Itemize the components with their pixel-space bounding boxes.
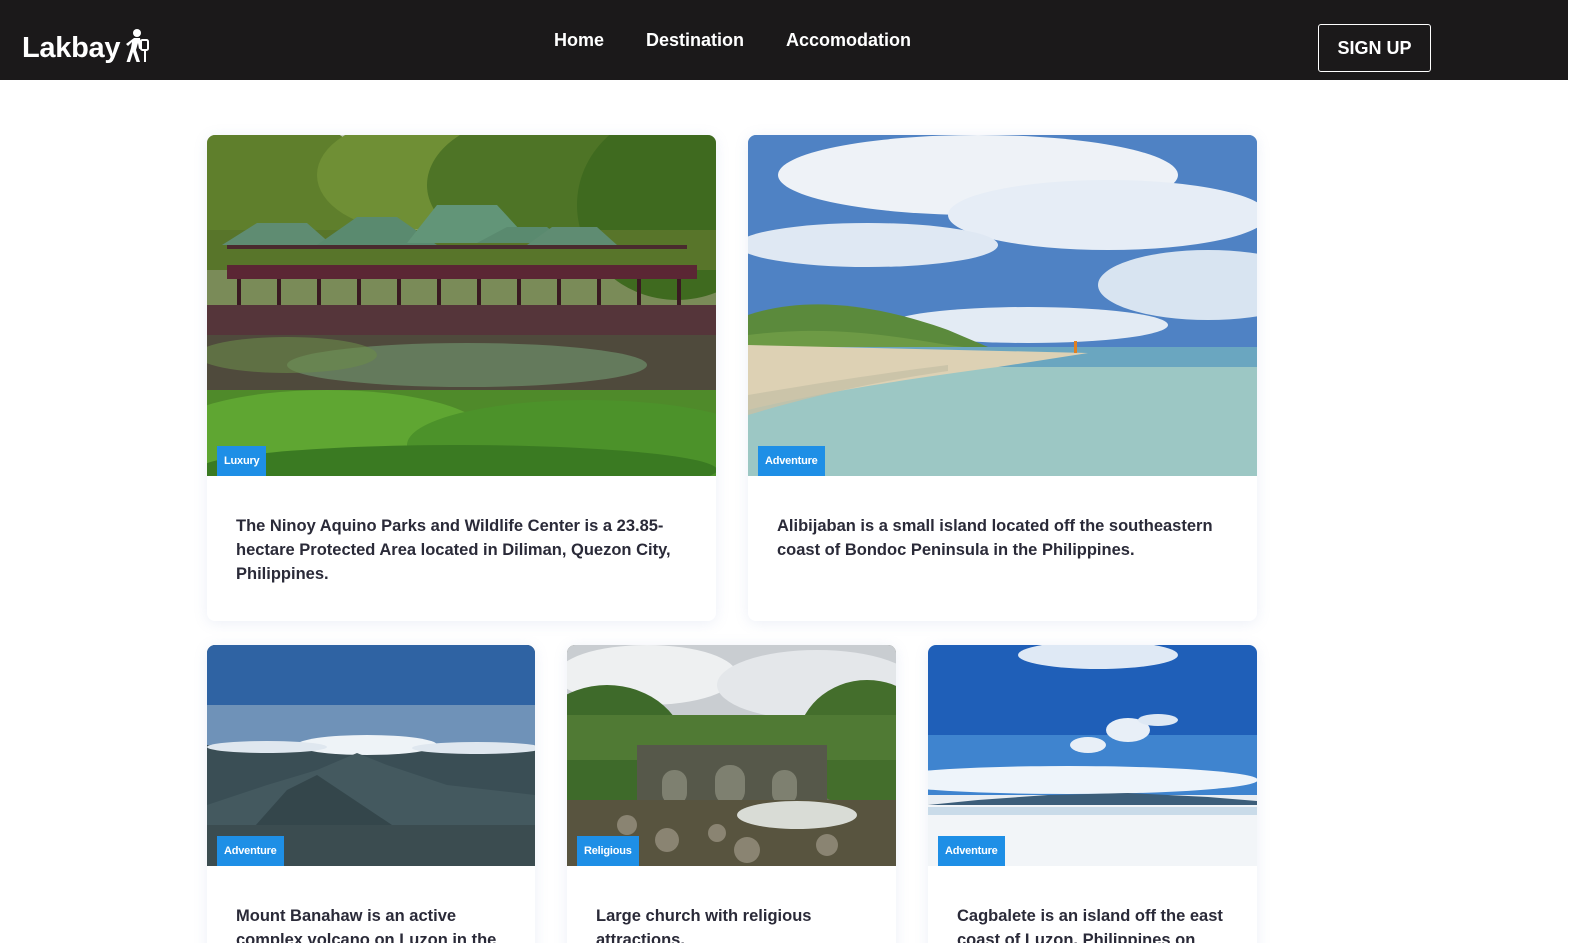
destination-card[interactable]: Adventure Mount Banahaw is an active com… bbox=[207, 645, 535, 943]
main-nav: Home Destination Accomodation bbox=[554, 28, 911, 52]
sandbar-sky-photo: Adventure bbox=[928, 645, 1257, 866]
destination-card[interactable]: Adventure Alibijaban is a small island l… bbox=[748, 135, 1257, 621]
volcano-aerial-photo: Adventure bbox=[207, 645, 535, 866]
card-description: Alibijaban is a small island located off… bbox=[777, 517, 1213, 559]
destination-card[interactable]: Adventure Cagbalete is an island off the… bbox=[928, 645, 1257, 943]
hiker-icon bbox=[126, 29, 150, 62]
category-badge: Adventure bbox=[758, 446, 825, 476]
nav-destination[interactable]: Destination bbox=[646, 28, 744, 52]
top-navbar: Lakbay Home Destination Accomodation SIG… bbox=[0, 0, 1568, 80]
nav-accomodation[interactable]: Accomodation bbox=[786, 28, 911, 52]
category-badge: Luxury bbox=[217, 446, 267, 476]
card-description: Large church with religious attractions. bbox=[596, 907, 812, 943]
brand-name: Lakbay bbox=[22, 31, 121, 64]
nav-home[interactable]: Home bbox=[554, 28, 604, 52]
card-description: The Ninoy Aquino Parks and Wildlife Cent… bbox=[236, 517, 671, 583]
signup-button[interactable]: SIGN UP bbox=[1318, 24, 1431, 72]
brand-logo[interactable]: Lakbay bbox=[22, 28, 150, 68]
destination-card[interactable]: Religious Large church with religious at… bbox=[567, 645, 896, 943]
category-badge: Religious bbox=[577, 836, 639, 866]
stone-bridge-ruins-photo: Religious bbox=[567, 645, 896, 866]
destination-card[interactable]: Luxury The Ninoy Aquino Parks and Wildli… bbox=[207, 135, 716, 621]
card-description: Mount Banahaw is an active complex volca… bbox=[236, 907, 497, 943]
category-badge: Adventure bbox=[938, 836, 1005, 866]
card-description: Cagbalete is an island off the east coas… bbox=[957, 907, 1223, 943]
category-badge: Adventure bbox=[217, 836, 284, 866]
lake-pavilion-photo: Luxury bbox=[207, 135, 716, 476]
beach-island-photo: Adventure bbox=[748, 135, 1257, 476]
